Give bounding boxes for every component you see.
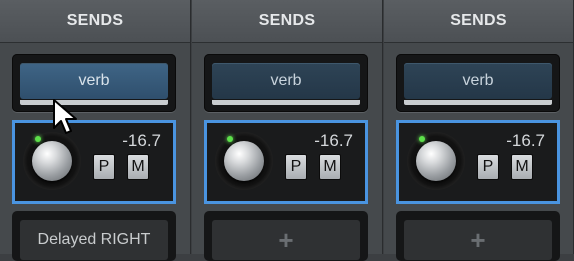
add-send-button[interactable]: + xyxy=(212,220,360,260)
knob-led-indicator xyxy=(35,136,41,142)
send-level-knob[interactable] xyxy=(23,132,81,190)
sends-header: SENDS xyxy=(384,0,573,43)
plus-icon: + xyxy=(278,224,294,255)
send-control-box: -16.7 P M xyxy=(396,120,560,204)
knob-cap xyxy=(32,141,72,181)
knob-cap xyxy=(224,141,264,181)
mute-button[interactable]: M xyxy=(127,154,149,180)
sends-header: SENDS xyxy=(0,0,190,43)
send-control-box: -16.7 P M xyxy=(204,120,368,204)
knob-cap xyxy=(416,141,456,181)
send-verb-button[interactable]: verb xyxy=(404,63,552,105)
knob-led-indicator xyxy=(227,136,233,142)
send-level-readout: -16.7 xyxy=(122,131,161,150)
mute-button[interactable]: M xyxy=(511,154,533,180)
pre-fader-button[interactable]: P xyxy=(93,154,115,180)
send-verb-button[interactable]: verb xyxy=(20,63,168,105)
delayed-right-send-button[interactable]: Delayed RIGHT xyxy=(20,220,168,260)
mute-button[interactable]: M xyxy=(319,154,341,180)
knob-led-indicator xyxy=(419,136,425,142)
send-control-box: -16.7 P M xyxy=(12,120,176,204)
send-verb-button[interactable]: verb xyxy=(212,63,360,105)
send-slot: verb xyxy=(396,54,560,112)
send-level-readout: -16.7 xyxy=(506,131,545,150)
sends-strip-1: SENDS verb -16.7 P M Delayed RIGHT xyxy=(0,0,191,261)
mouse-pointer-icon xyxy=(53,99,77,134)
send-level-knob[interactable] xyxy=(407,132,465,190)
send-slot: verb xyxy=(12,54,176,112)
plus-icon: + xyxy=(470,224,486,255)
add-send-button[interactable]: + xyxy=(404,220,552,260)
send-level-knob[interactable] xyxy=(215,132,273,190)
sends-strip-2: SENDS verb -16.7 P M + xyxy=(192,0,383,261)
send-slot: verb xyxy=(204,54,368,112)
send-level-readout: -16.7 xyxy=(314,131,353,150)
sends-header: SENDS xyxy=(192,0,382,43)
sends-strip-3: SENDS verb -16.7 P M + xyxy=(384,0,574,261)
pre-fader-button[interactable]: P xyxy=(285,154,307,180)
pre-fader-button[interactable]: P xyxy=(477,154,499,180)
